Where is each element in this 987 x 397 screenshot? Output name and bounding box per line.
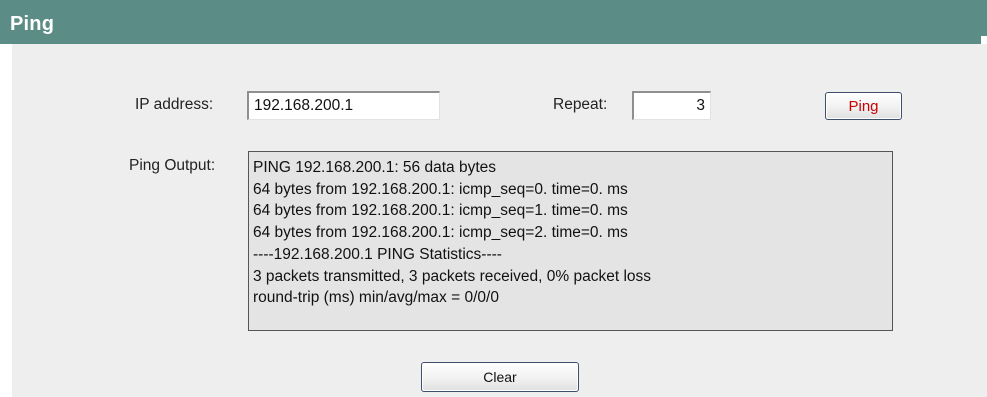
ip-address-label: IP address: — [135, 96, 214, 113]
output-line: PING 192.168.200.1: 56 data bytes — [253, 159, 497, 176]
output-line: 3 packets transmitted, 3 packets receive… — [253, 267, 652, 285]
output-line: 64 bytes from 192.168.200.1: icmp_seq=0.… — [253, 180, 628, 198]
ip-address-input[interactable] — [247, 91, 440, 120]
title-bar: Ping — [0, 0, 987, 44]
output-line: 64 bytes from 192.168.200.1: icmp_seq=2.… — [253, 224, 628, 242]
output-line: 64 bytes from 192.168.200.1: icmp_seq=1.… — [253, 202, 628, 220]
output-line: round-trip (ms) min/avg/max = 0/0/0 — [253, 289, 499, 307]
ping-button[interactable]: Ping — [825, 92, 902, 120]
ping-output-box: PING 192.168.200.1: 56 data bytes 64 byt… — [248, 151, 893, 331]
title-bar-notch — [981, 36, 987, 44]
page-title: Ping — [10, 13, 55, 35]
ping-output-label: Ping Output: — [129, 157, 216, 174]
clear-button[interactable]: Clear — [421, 362, 579, 392]
output-line: ----192.168.200.1 PING Statistics---- — [253, 245, 502, 263]
repeat-input[interactable] — [632, 91, 711, 120]
repeat-label: Repeat: — [553, 96, 608, 113]
ping-page: Ping IP address: Repeat: Ping Ping Outpu… — [0, 0, 987, 397]
ping-panel: IP address: Repeat: Ping Ping Output: PI… — [12, 44, 987, 397]
